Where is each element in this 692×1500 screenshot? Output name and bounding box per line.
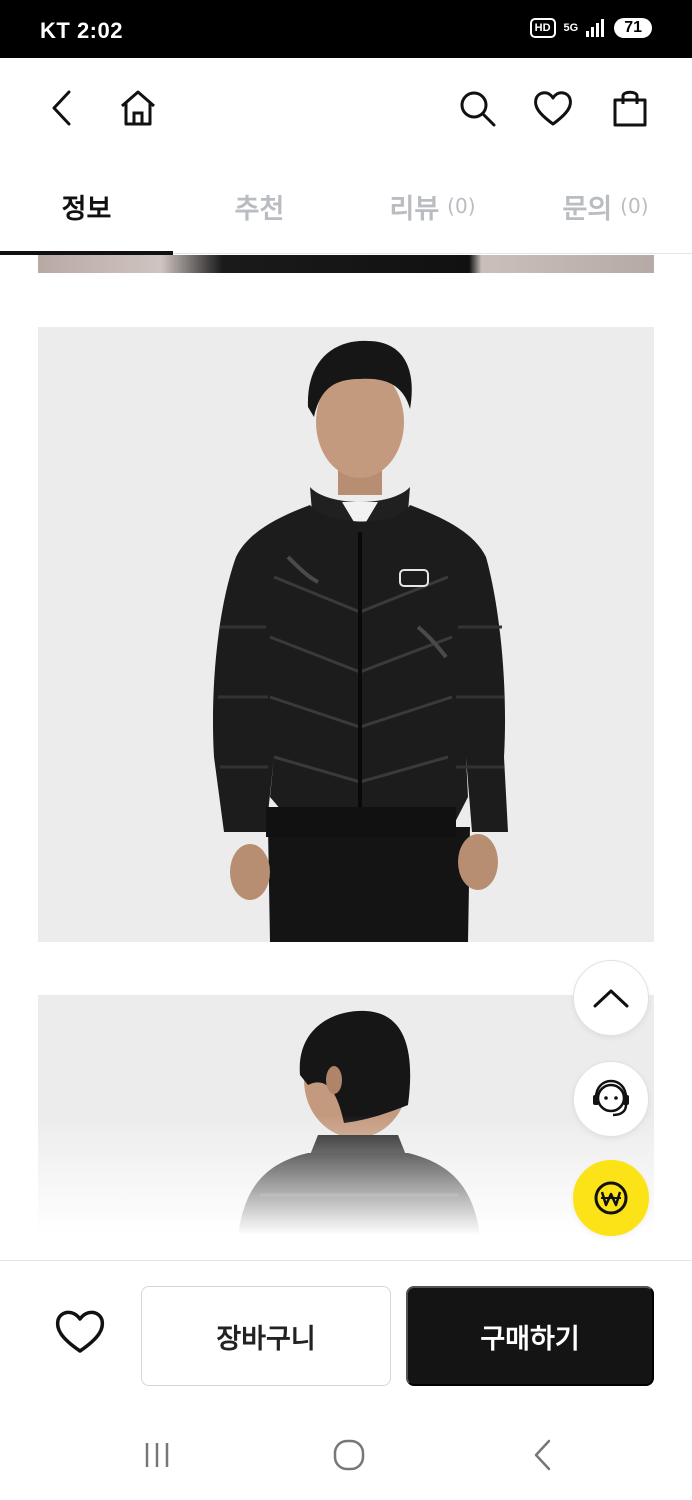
tab-info[interactable]: 정보 (0, 158, 173, 255)
product-photo-front (38, 327, 654, 942)
customer-service-icon (593, 1079, 629, 1117)
status-icons: HD 5G 71 (529, 18, 652, 38)
tab-label: 리뷰 (389, 193, 440, 225)
system-nav-bar (0, 1410, 692, 1500)
buy-now-button[interactable]: 구매하기 (406, 1286, 654, 1386)
won-pay-icon (594, 1181, 628, 1215)
search-icon[interactable] (455, 86, 499, 130)
wishlist-button[interactable] (48, 1301, 112, 1361)
hd-icon: HD (529, 18, 556, 38)
pay-button[interactable] (573, 1160, 649, 1236)
network-5g-icon: 5G (563, 22, 579, 34)
tab-label: 문의 (562, 193, 613, 225)
customer-service-button[interactable] (573, 1061, 649, 1137)
tab-recommend[interactable]: 추천 (173, 158, 346, 254)
product-photo-back (38, 995, 654, 1235)
back-nav-icon[interactable] (518, 1432, 568, 1478)
signal-icon (586, 19, 605, 37)
product-photo-partial (38, 255, 654, 273)
heart-icon[interactable] (531, 86, 575, 130)
app-header (0, 58, 692, 158)
tab-review[interactable]: 리뷰 (0) (346, 158, 519, 254)
tab-label: 정보 (61, 193, 112, 225)
tab-inquiry[interactable]: 문의 (0) (519, 158, 692, 254)
detail-tabs: 정보 추천 리뷰 (0) 문의 (0) (0, 158, 692, 255)
heart-icon (55, 1310, 105, 1353)
image-fade-overlay (38, 1115, 654, 1235)
scroll-top-button[interactable] (573, 960, 649, 1036)
add-to-cart-button[interactable]: 장바구니 (141, 1286, 391, 1386)
home-circle-icon[interactable] (324, 1432, 374, 1478)
tab-count: (0) (447, 194, 476, 218)
back-icon[interactable] (40, 86, 84, 130)
shopping-bag-icon[interactable] (608, 86, 652, 130)
home-icon[interactable] (116, 86, 160, 130)
tab-count: (0) (620, 194, 649, 218)
status-carrier-time: KT 2:02 (40, 18, 123, 43)
recent-apps-icon[interactable] (132, 1432, 182, 1478)
battery-indicator: 71 (614, 18, 652, 38)
tab-label: 추천 (234, 193, 285, 225)
status-bar: KT 2:02 HD 5G 71 (0, 0, 692, 58)
chevron-up-icon (593, 989, 629, 1008)
purchase-bar: 장바구니 구매하기 (0, 1260, 692, 1410)
